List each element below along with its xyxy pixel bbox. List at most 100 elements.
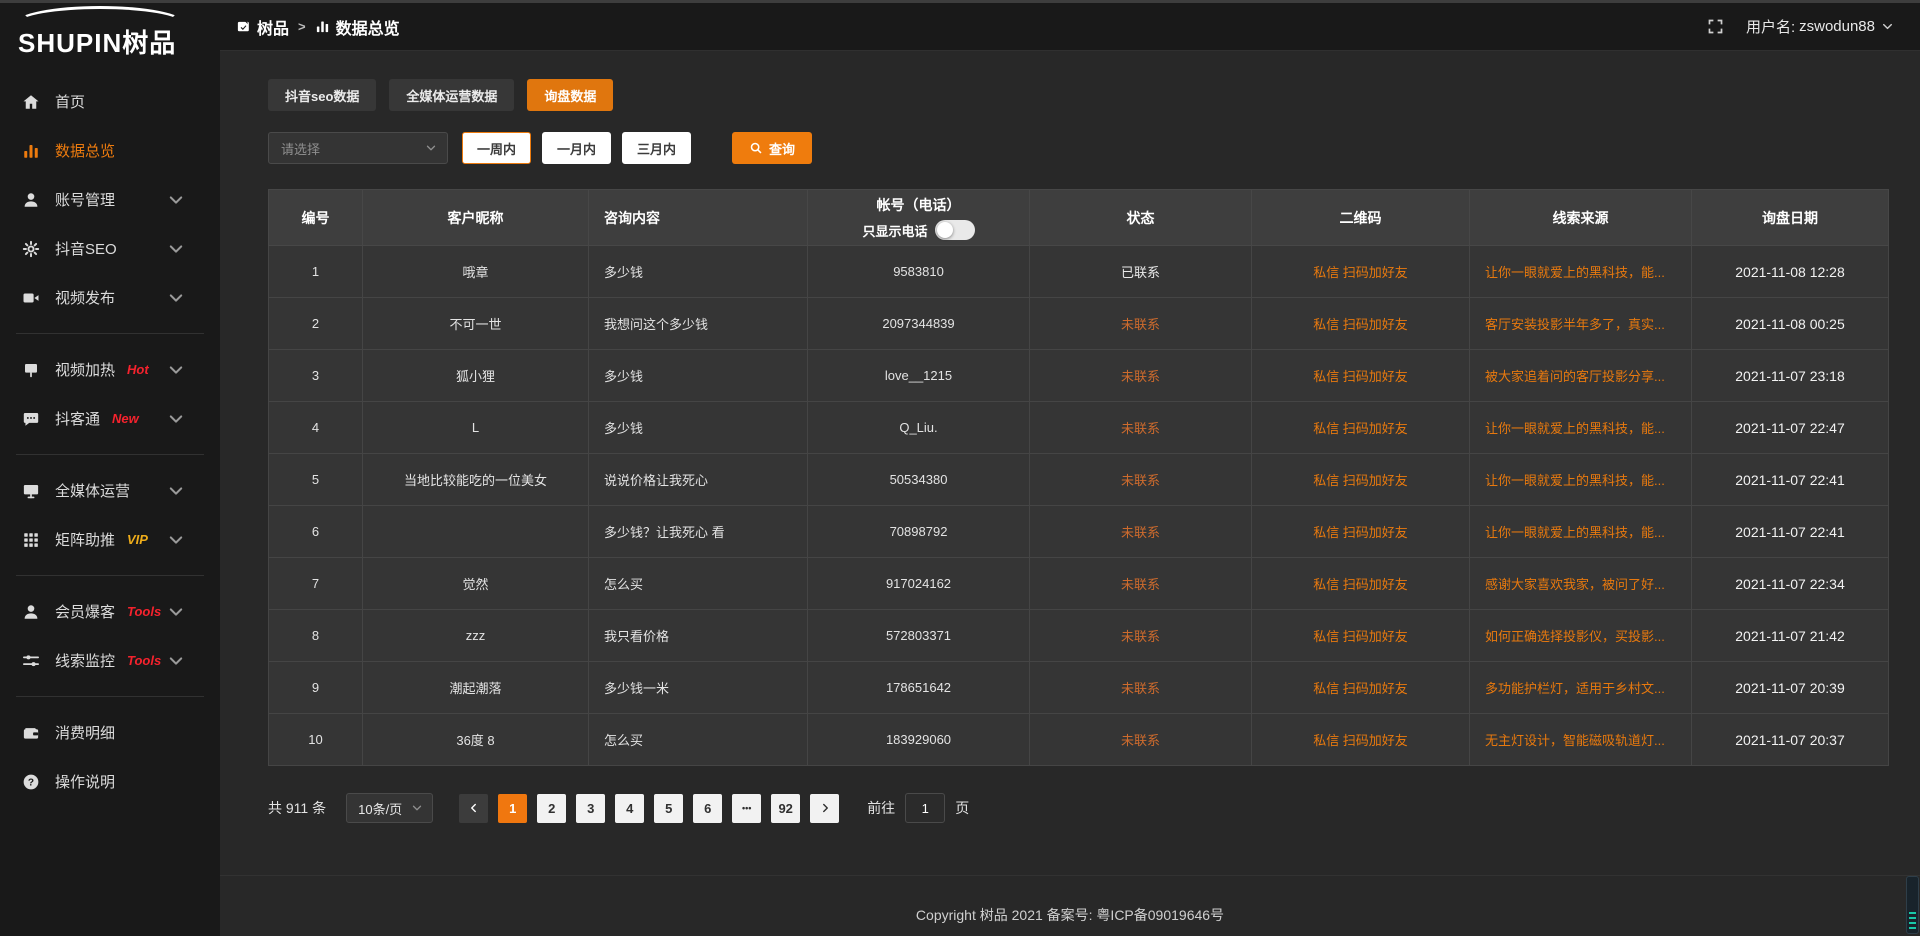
range-button-one-month[interactable]: 一月内	[542, 132, 611, 164]
source-link[interactable]: 客厅安装投影半年多了，真实...	[1485, 317, 1665, 332]
chevron-down-icon	[167, 361, 185, 379]
page-button-4[interactable]: 4	[615, 794, 644, 823]
cell-content: 说说价格让我死心	[589, 454, 808, 506]
sidebar-item-label: 消费明细	[55, 722, 115, 743]
qr-add-friend-link[interactable]: 私信 扫码加好友	[1313, 525, 1408, 540]
source-link[interactable]: 被大家追着问的客厅投影分享...	[1485, 369, 1665, 384]
data-tabs: 抖音seo数据全媒体运营数据询盘数据	[268, 79, 1888, 111]
column-header-nickname: 客户昵称	[363, 190, 589, 246]
sidebar-item-home[interactable]: 首页	[0, 77, 220, 126]
qr-add-friend-link[interactable]: 私信 扫码加好友	[1313, 369, 1408, 384]
sidebar-item-badge: Tools	[127, 604, 161, 619]
user-icon	[22, 191, 40, 209]
page-button-92[interactable]: 92	[771, 794, 800, 823]
column-header-qr: 二维码	[1252, 190, 1470, 246]
query-button[interactable]: 查询	[732, 132, 812, 164]
sidebar-item-consumption-detail[interactable]: 消费明细	[0, 708, 220, 757]
sidebar-item-douyin-seo[interactable]: 抖音SEO	[0, 224, 220, 273]
qr-add-friend-link[interactable]: 私信 扫码加好友	[1313, 733, 1408, 748]
status-badge: 未联系	[1121, 369, 1160, 384]
sidebar-item-label: 视频发布	[55, 287, 115, 308]
account-select[interactable]: 请选择	[268, 132, 448, 164]
page-button-2[interactable]: 2	[537, 794, 566, 823]
sidebar-item-douketong[interactable]: 抖客通New	[0, 394, 220, 443]
prev-page-button[interactable]	[459, 794, 488, 823]
cell-status: 已联系	[1030, 246, 1252, 298]
cell-date: 2021-11-07 23:18	[1692, 350, 1889, 402]
page-button-1[interactable]: 1	[498, 794, 527, 823]
source-link[interactable]: 如何正确选择投影仪，买投影...	[1485, 629, 1665, 644]
range-button-three-months[interactable]: 三月内	[622, 132, 691, 164]
user-menu[interactable]: 用户名: zswodun88	[1746, 16, 1894, 37]
qr-add-friend-link[interactable]: 私信 扫码加好友	[1313, 577, 1408, 592]
source-link[interactable]: 感谢大家喜欢我家，被问了好...	[1485, 577, 1665, 592]
qr-add-friend-link[interactable]: 私信 扫码加好友	[1313, 317, 1408, 332]
sidebar-item-video-heat[interactable]: 视频加热Hot	[0, 345, 220, 394]
sidebar-item-member-burst[interactable]: 会员爆客Tools	[0, 587, 220, 636]
status-badge: 未联系	[1121, 681, 1160, 696]
cell-content: 多少钱	[589, 246, 808, 298]
qr-add-friend-link[interactable]: 私信 扫码加好友	[1313, 629, 1408, 644]
sidebar-item-video-publish[interactable]: 视频发布	[0, 273, 220, 322]
page-button-5[interactable]: 5	[654, 794, 683, 823]
sidebar-item-operation-guide[interactable]: ?操作说明	[0, 757, 220, 806]
cell-nickname: zzz	[363, 610, 589, 662]
table-row: 4L多少钱Q_Liu.未联系私信 扫码加好友让你一眼就爱上的黑科技，能...20…	[269, 402, 1889, 454]
page-button-3[interactable]: 3	[576, 794, 605, 823]
qr-add-friend-link[interactable]: 私信 扫码加好友	[1313, 473, 1408, 488]
qr-add-friend-link[interactable]: 私信 扫码加好友	[1313, 421, 1408, 436]
cell-qr: 私信 扫码加好友	[1252, 454, 1470, 506]
chevron-down-icon	[167, 603, 185, 621]
sidebar-item-account-management[interactable]: 账号管理	[0, 175, 220, 224]
breadcrumb-item[interactable]: 树品	[236, 15, 289, 39]
cell-nickname: 觉然	[363, 558, 589, 610]
cell-account: 70898792	[808, 506, 1030, 558]
topbar-right: 用户名: zswodun88	[1707, 16, 1894, 37]
tab-douyin-seo-data[interactable]: 抖音seo数据	[268, 79, 376, 111]
sidebar-item-clue-monitor[interactable]: 线索监控Tools	[0, 636, 220, 685]
qr-add-friend-link[interactable]: 私信 扫码加好友	[1313, 681, 1408, 696]
chevron-down-icon	[167, 652, 185, 670]
page-ellipsis-button[interactable]: •••	[732, 794, 761, 823]
edge-widget[interactable]	[1906, 876, 1919, 934]
source-link[interactable]: 让你一眼就爱上的黑科技，能...	[1485, 525, 1665, 540]
source-link[interactable]: 让你一眼就爱上的黑科技，能...	[1485, 265, 1665, 280]
table-row: 7觉然怎么买917024162未联系私信 扫码加好友感谢大家喜欢我家，被问了好.…	[269, 558, 1889, 610]
source-link[interactable]: 无主灯设计，智能磁吸轨道灯...	[1485, 733, 1665, 748]
main-content: 抖音seo数据全媒体运营数据询盘数据 请选择一周内一月内三月内查询 编号客户昵称…	[220, 0, 1920, 936]
cell-date: 2021-11-07 22:34	[1692, 558, 1889, 610]
home-icon	[22, 93, 40, 111]
cell-account: 2097344839	[808, 298, 1030, 350]
cell-date: 2021-11-07 20:37	[1692, 714, 1889, 766]
cell-source: 让你一眼就爱上的黑科技，能...	[1470, 506, 1692, 558]
page-button-6[interactable]: 6	[693, 794, 722, 823]
goto-suffix: 页	[955, 798, 969, 818]
cell-content: 怎么买	[589, 558, 808, 610]
page-size-select[interactable]: 10条/页	[346, 793, 433, 823]
qr-add-friend-link[interactable]: 私信 扫码加好友	[1313, 265, 1408, 280]
next-page-button[interactable]	[810, 794, 839, 823]
sidebar-item-data-overview[interactable]: 数据总览	[0, 126, 220, 175]
range-button-one-week[interactable]: 一周内	[462, 132, 531, 164]
fullscreen-icon[interactable]	[1707, 18, 1724, 35]
source-link[interactable]: 让你一眼就爱上的黑科技，能...	[1485, 473, 1665, 488]
wallet-icon	[22, 724, 40, 742]
source-link[interactable]: 让你一眼就爱上的黑科技，能...	[1485, 421, 1665, 436]
cell-account: love__1215	[808, 350, 1030, 402]
chevron-right-icon	[819, 802, 831, 814]
breadcrumb-item[interactable]: 数据总览	[315, 15, 400, 39]
goto-page-input[interactable]: 1	[905, 793, 945, 823]
cell-no: 2	[269, 298, 363, 350]
cell-qr: 私信 扫码加好友	[1252, 350, 1470, 402]
tab-inquiry-data[interactable]: 询盘数据	[527, 79, 613, 111]
sidebar-item-omni-media[interactable]: 全媒体运营	[0, 466, 220, 515]
source-link[interactable]: 多功能护栏灯，适用于乡村文...	[1485, 681, 1665, 696]
phone-only-toggle[interactable]	[935, 220, 975, 240]
table-row: 6多少钱？让我死心 看70898792未联系私信 扫码加好友让你一眼就爱上的黑科…	[269, 506, 1889, 558]
video-camera-icon	[22, 289, 40, 307]
status-badge: 未联系	[1121, 525, 1160, 540]
cell-qr: 私信 扫码加好友	[1252, 714, 1470, 766]
sidebar-item-matrix-boost[interactable]: 矩阵助推VIP	[0, 515, 220, 564]
question-icon: ?	[22, 773, 40, 791]
tab-omni-media-data[interactable]: 全媒体运营数据	[389, 79, 514, 111]
